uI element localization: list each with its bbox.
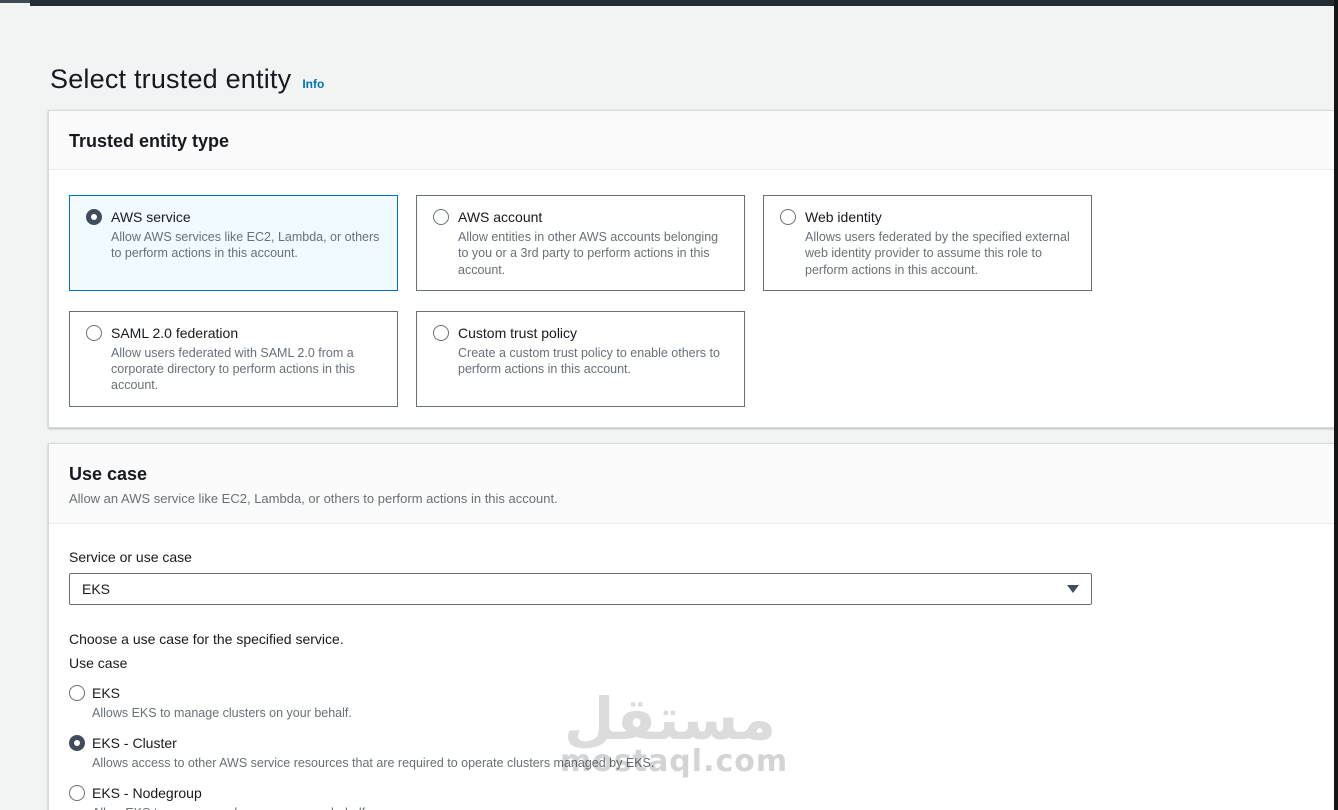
radio-eks-nodegroup[interactable] (69, 785, 85, 801)
page-title-row: Select trusted entity Info (50, 64, 324, 95)
tile-description: Allow users federated with SAML 2.0 from… (111, 345, 355, 393)
trusted-entity-card-title: Trusted entity type (69, 131, 230, 151)
trusted-entity-card-header: Trusted entity type (49, 111, 1338, 170)
tile-description: Allow AWS services like EC2, Lambda, or … (111, 230, 380, 261)
page-title: Select trusted entity (50, 64, 292, 94)
radio-aws-account[interactable] (433, 209, 449, 225)
window-right-edge (1334, 0, 1338, 810)
tile-label: AWS service (111, 209, 191, 225)
use-case-card-title: Use case (69, 464, 148, 484)
use-case-label: Use case (69, 655, 128, 671)
use-case-card-header: Use case Allow an AWS service like EC2, … (49, 444, 1338, 524)
tile-web-identity[interactable]: Web identity Allows users federated by t… (763, 195, 1092, 291)
tile-label: SAML 2.0 federation (111, 324, 239, 341)
info-link[interactable]: Info (302, 77, 324, 91)
radio-eks[interactable] (69, 685, 85, 701)
tile-saml-federation[interactable]: SAML 2.0 federation Allow users federate… (69, 310, 398, 407)
radio-eks-cluster[interactable] (69, 735, 85, 751)
option-description: Allows EKS to manage clusters on your be… (92, 706, 352, 720)
use-case-card-body: Service or use case EKS Choose a use cas… (49, 524, 1338, 810)
tile-label: AWS account (458, 209, 543, 225)
choose-use-case-label: Choose a use case for the specified serv… (69, 631, 344, 647)
tile-aws-account[interactable]: AWS account Allow entities in other AWS … (416, 195, 745, 291)
option-label: EKS - Cluster (92, 735, 177, 751)
tile-description: Allows users federated by the specified … (805, 230, 1070, 277)
console-top-bar (30, 0, 1338, 6)
option-description: Allows access to other AWS service resou… (92, 756, 655, 770)
entity-tile-grid: AWS service Allow AWS services like EC2,… (69, 195, 1318, 407)
option-label: EKS (92, 685, 121, 701)
service-select[interactable]: EKS (69, 573, 1092, 605)
trusted-entity-card-body: AWS service Allow AWS services like EC2,… (49, 170, 1338, 427)
tile-description: Allow entities in other AWS accounts bel… (458, 230, 719, 277)
radio-web-identity[interactable] (780, 209, 796, 225)
option-eks-cluster[interactable]: EKS - Cluster Allows access to other AWS… (69, 735, 1318, 770)
option-eks-nodegroup[interactable]: EKS - Nodegroup Allow EKS to manage node… (69, 785, 1318, 810)
option-eks[interactable]: EKS Allows EKS to manage clusters on you… (69, 685, 1318, 720)
radio-saml-federation[interactable] (86, 324, 102, 341)
use-case-card-subtitle: Allow an AWS service like EC2, Lambda, o… (69, 491, 558, 506)
radio-custom-trust-policy[interactable] (433, 324, 449, 341)
tile-description: Create a custom trust policy to enable o… (458, 345, 720, 376)
use-case-card: Use case Allow an AWS service like EC2, … (48, 443, 1338, 810)
chevron-down-icon (1067, 585, 1079, 593)
trusted-entity-card: Trusted entity type AWS service Allow AW… (48, 110, 1338, 428)
tile-label: Custom trust policy (458, 324, 578, 341)
service-select-value: EKS (82, 581, 111, 597)
radio-aws-service[interactable] (86, 209, 102, 225)
tile-label: Web identity (805, 209, 882, 225)
option-label: EKS - Nodegroup (92, 785, 202, 801)
tile-aws-service[interactable]: AWS service Allow AWS services like EC2,… (69, 195, 398, 291)
use-case-option-list: EKS Allows EKS to manage clusters on you… (69, 685, 1318, 810)
tile-custom-trust-policy[interactable]: Custom trust policy Create a custom trus… (416, 310, 745, 407)
option-description: Allow EKS to manage nodegroups on your b… (92, 806, 1318, 810)
service-field-label: Service or use case (69, 549, 192, 565)
